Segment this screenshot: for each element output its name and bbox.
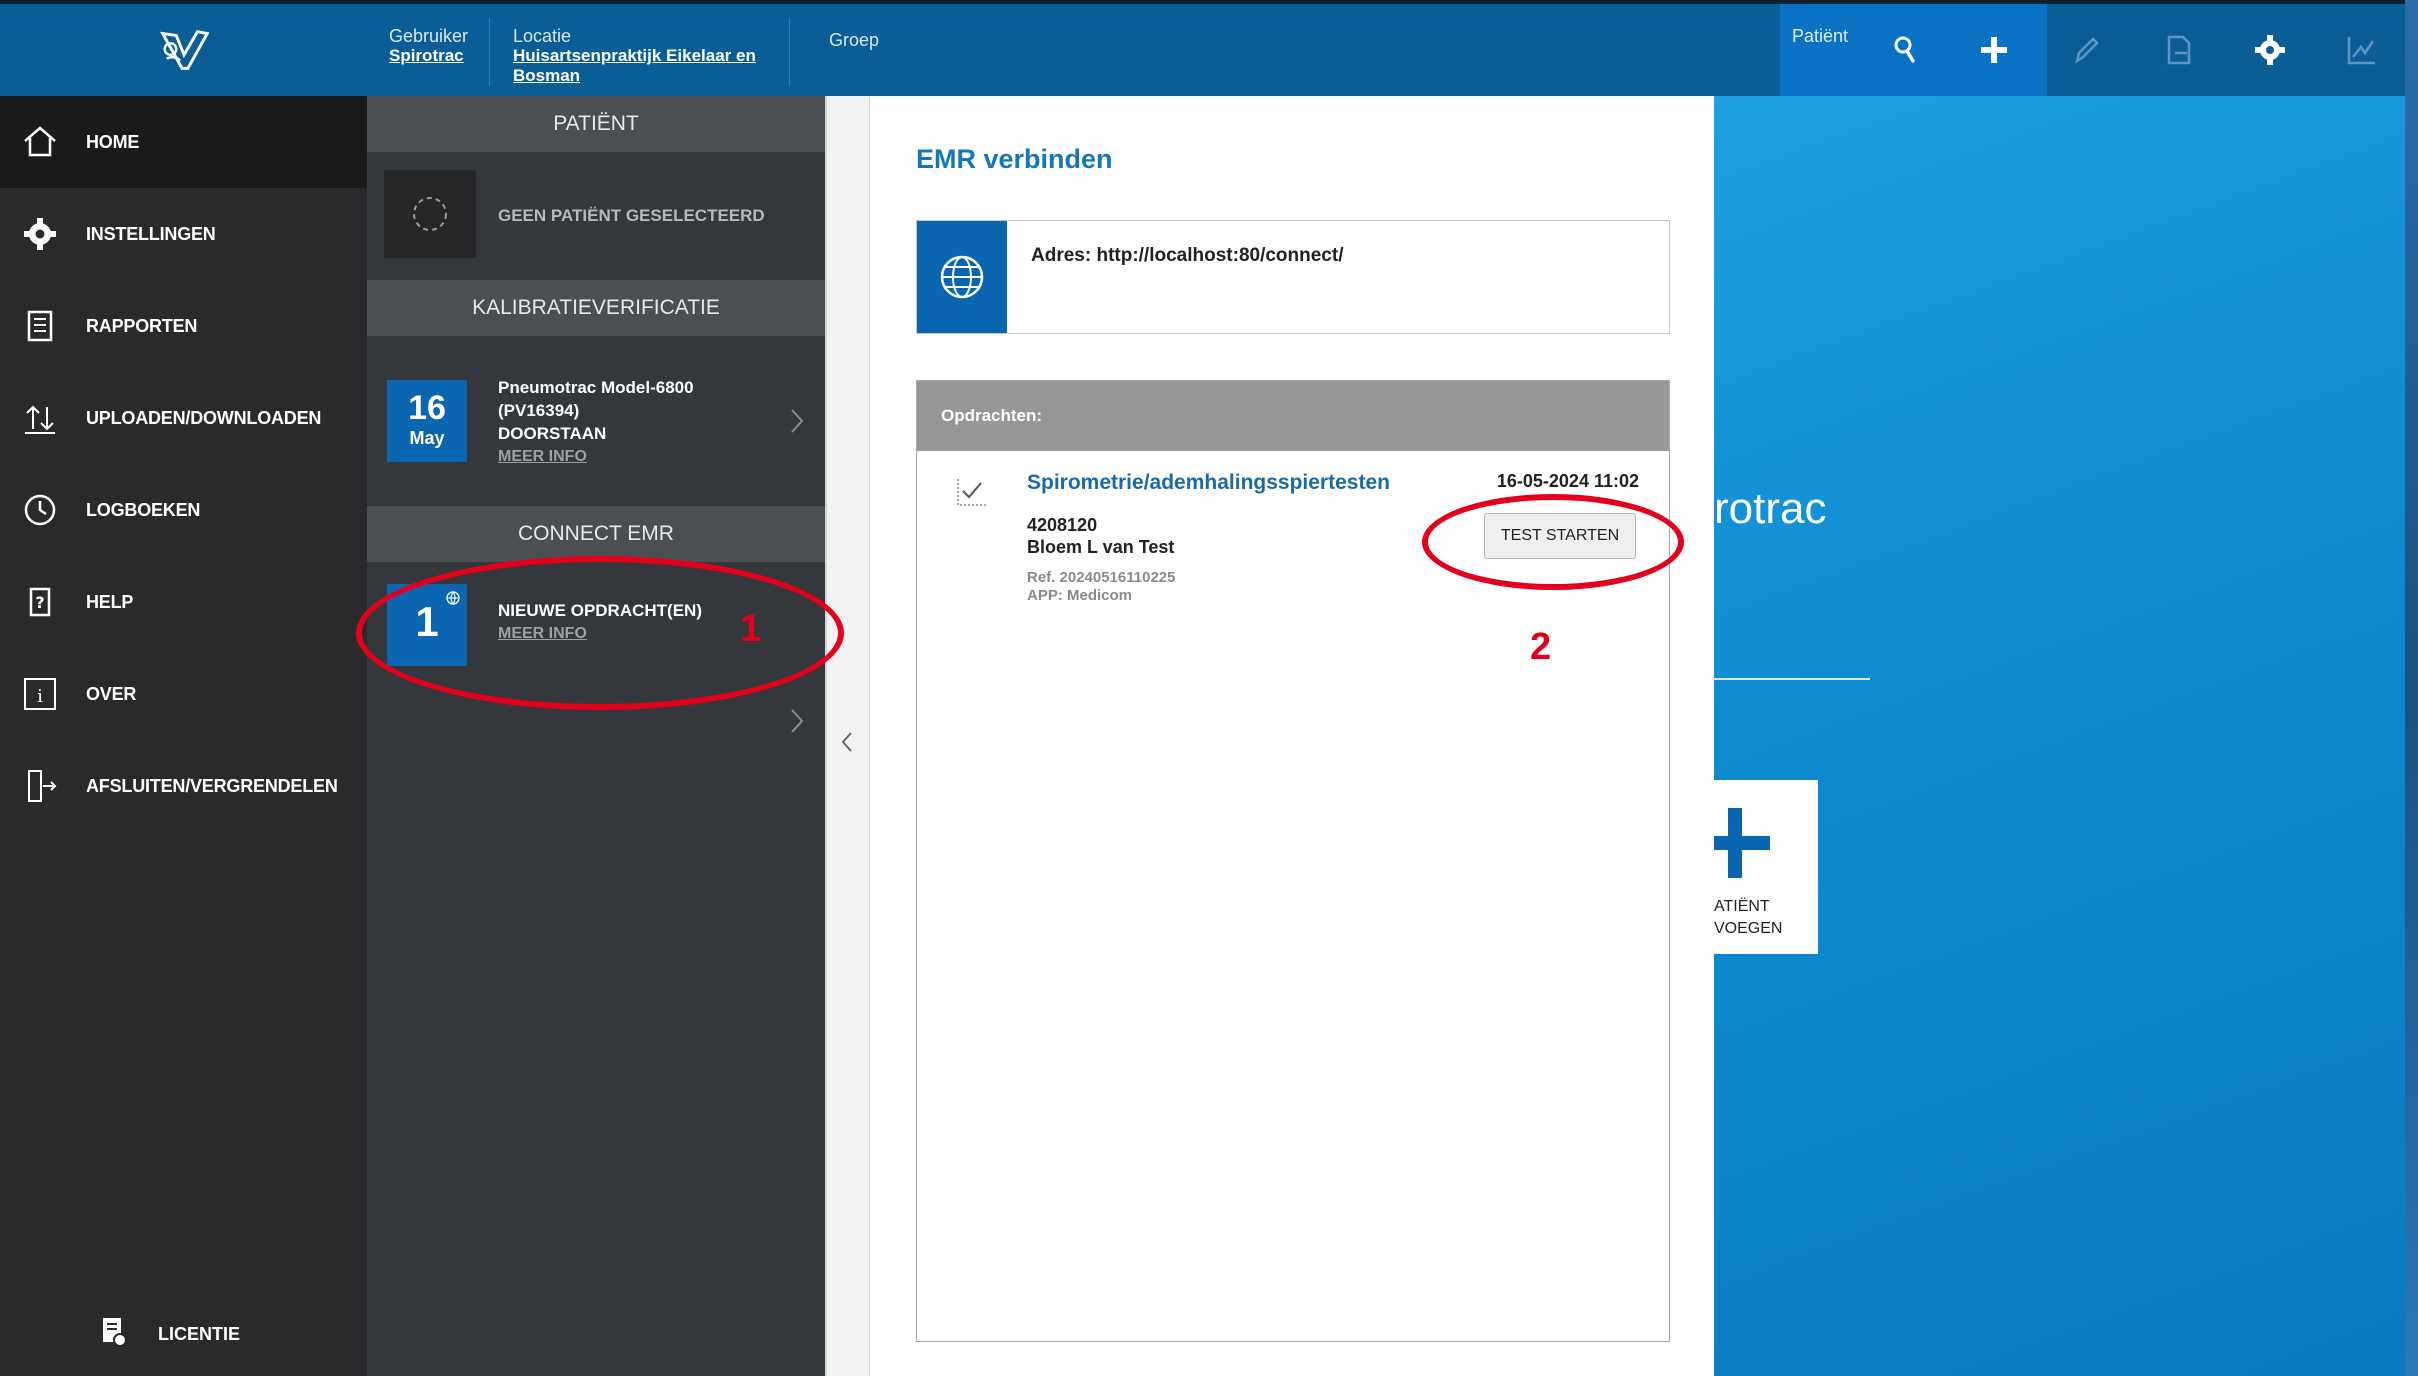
sidebar-item-logboeken[interactable]: LOGBOEKEN bbox=[0, 464, 367, 556]
location-line-1: Huisartsenpraktijk Eikelaar en bbox=[513, 46, 756, 65]
location-label: Locatie bbox=[513, 26, 572, 46]
add-patient-label: ATIËNT VOEGEN bbox=[1714, 898, 1783, 937]
home-icon bbox=[20, 122, 60, 162]
license-label: LICENTIE bbox=[158, 1324, 241, 1344]
task-app: APP: Medicom bbox=[1027, 587, 1133, 604]
svg-text:?: ? bbox=[35, 593, 44, 612]
connect-emr-section-header: CONNECT EMR bbox=[367, 506, 825, 562]
top-bar: Gebruiker Spirotrac Locatie Huisartsenpr… bbox=[0, 0, 2405, 96]
report-icon bbox=[20, 306, 60, 346]
globe-icon bbox=[917, 221, 1007, 333]
patient-section-header: PATIËNT bbox=[367, 96, 825, 152]
help-icon: ? bbox=[20, 582, 60, 622]
patient-placeholder-icon bbox=[384, 170, 476, 258]
chevron-right-icon[interactable] bbox=[787, 706, 807, 736]
license-link[interactable]: LICENTIE bbox=[100, 1316, 240, 1353]
header-divider bbox=[789, 18, 790, 86]
sidebar-item-label: UPLOADEN/DOWNLOADEN bbox=[86, 407, 322, 428]
group-block[interactable]: Groep bbox=[829, 30, 879, 50]
brand-text: rotrac bbox=[1714, 484, 1827, 533]
task-patient-name: Bloem L van Test bbox=[1027, 537, 1175, 557]
sidebar-item-home[interactable]: HOME bbox=[0, 96, 367, 188]
task-datetime: 16-05-2024 11:02 bbox=[1496, 471, 1639, 491]
group-label: Groep bbox=[829, 30, 880, 50]
user-label: Gebruiker bbox=[389, 26, 469, 46]
sidebar-item-label: LOGBOEKEN bbox=[86, 499, 201, 520]
sidebar-item-label: HELP bbox=[86, 591, 134, 612]
calibration-date: 16 May bbox=[387, 380, 467, 462]
exit-icon bbox=[20, 766, 60, 806]
home-background: rotrac ATIËNT VOEGEN bbox=[1714, 96, 2405, 1376]
user-link[interactable]: Spirotrac bbox=[389, 46, 468, 66]
window-edge bbox=[2405, 0, 2418, 1376]
task-title: Spirometrie/ademhalingsspiertesten bbox=[1027, 471, 1390, 494]
sidebar-item-uploaden-downloaden[interactable]: UPLOADEN/DOWNLOADEN bbox=[0, 372, 367, 464]
address-box: Adres: http://localhost:80/connect/ bbox=[916, 220, 1670, 334]
logo bbox=[0, 4, 367, 96]
annotation-oval-2 bbox=[1422, 494, 1684, 590]
sidebar-item-label: RAPPORTEN bbox=[86, 315, 198, 336]
chevron-right-icon[interactable] bbox=[787, 406, 807, 436]
chart-icon[interactable] bbox=[2344, 32, 2380, 68]
sidebar-item-label: INSTELLINGEN bbox=[86, 223, 216, 244]
calibration-status: DOORSTAAN bbox=[498, 424, 607, 443]
document-icon[interactable] bbox=[2160, 32, 2196, 68]
sidebar-item-afsluiten[interactable]: AFSLUITEN/VERGRENDELEN bbox=[0, 740, 367, 832]
clock-icon bbox=[20, 490, 60, 530]
upload-download-icon bbox=[20, 398, 60, 438]
calibration-info: Pneumotrac Model-6800 (PV16394) DOORSTAA… bbox=[498, 376, 694, 468]
location-link[interactable]: Huisartsenpraktijk Eikelaar en Bosman bbox=[513, 46, 756, 86]
dialog-title: EMR verbinden bbox=[916, 144, 1113, 174]
sidebar-item-over[interactable]: i OVER bbox=[0, 648, 367, 740]
annotation-number-1: 1 bbox=[740, 608, 762, 650]
annotation-number-2: 2 bbox=[1530, 626, 1552, 668]
chevron-left-icon[interactable] bbox=[839, 730, 855, 754]
search-icon[interactable] bbox=[1888, 32, 1924, 68]
annotation-oval-1 bbox=[356, 556, 844, 710]
sidebar-item-label: HOME bbox=[86, 131, 140, 152]
checklist-icon bbox=[957, 479, 988, 506]
info-icon: i bbox=[20, 674, 60, 714]
add-patient-card[interactable]: ATIËNT VOEGEN bbox=[1714, 780, 1818, 954]
header-divider bbox=[489, 18, 490, 86]
emr-connect-dialog: EMR verbinden Adres: http://localhost:80… bbox=[870, 96, 1714, 1376]
logo-icon bbox=[159, 30, 209, 70]
patient-label: Patiënt bbox=[1792, 26, 1849, 46]
calibration-more-info-link[interactable]: MEER INFO bbox=[498, 445, 694, 468]
calibration-device: Pneumotrac Model-6800 bbox=[498, 378, 694, 397]
no-patient-text: GEEN PATIËNT GESELECTEERD bbox=[498, 206, 765, 225]
panel-collapse-strip[interactable] bbox=[825, 96, 870, 1376]
address-text: Adres: http://localhost:80/connect/ bbox=[1031, 245, 1344, 266]
calibration-month: May bbox=[409, 428, 445, 448]
divider-line bbox=[1714, 678, 1870, 680]
gear-icon bbox=[20, 214, 60, 254]
pen-icon[interactable] bbox=[2068, 32, 2104, 68]
sidebar-item-help[interactable]: ? HELP bbox=[0, 556, 367, 648]
location-block: Locatie Huisartsenpraktijk Eikelaar en B… bbox=[513, 26, 756, 86]
sidebar: HOME INSTELLINGEN RAPPORTEN UPLOADEN/DOW… bbox=[0, 96, 367, 1376]
patient-actions: Patiënt bbox=[1780, 4, 2047, 96]
location-line-2: Bosman bbox=[513, 66, 581, 85]
plus-icon bbox=[1714, 808, 1770, 878]
user-block: Gebruiker Spirotrac bbox=[389, 26, 468, 66]
calibration-day: 16 bbox=[408, 389, 446, 427]
calibration-serial: (PV16394) bbox=[498, 401, 580, 420]
sidebar-item-rapporten[interactable]: RAPPORTEN bbox=[0, 280, 367, 372]
task-patient-id: 4208120 bbox=[1027, 515, 1098, 535]
task-reference: Ref. 20240516110225 bbox=[1027, 569, 1176, 586]
sidebar-item-instellingen[interactable]: INSTELLINGEN bbox=[0, 188, 367, 280]
sidebar-item-label: AFSLUITEN/VERGRENDELEN bbox=[86, 775, 338, 796]
status-panel: PATIËNT GEEN PATIËNT GESELECTEERD KALIBR… bbox=[367, 96, 825, 1376]
tasks-header: Opdrachten: bbox=[917, 381, 1669, 451]
calibration-section-header: KALIBRATIEVERIFICATIE bbox=[367, 280, 825, 336]
svg-text:i: i bbox=[37, 686, 43, 707]
license-icon bbox=[100, 1316, 128, 1353]
gear-icon[interactable] bbox=[2252, 32, 2288, 68]
plus-icon[interactable] bbox=[1976, 32, 2012, 68]
sidebar-item-label: OVER bbox=[86, 683, 137, 704]
